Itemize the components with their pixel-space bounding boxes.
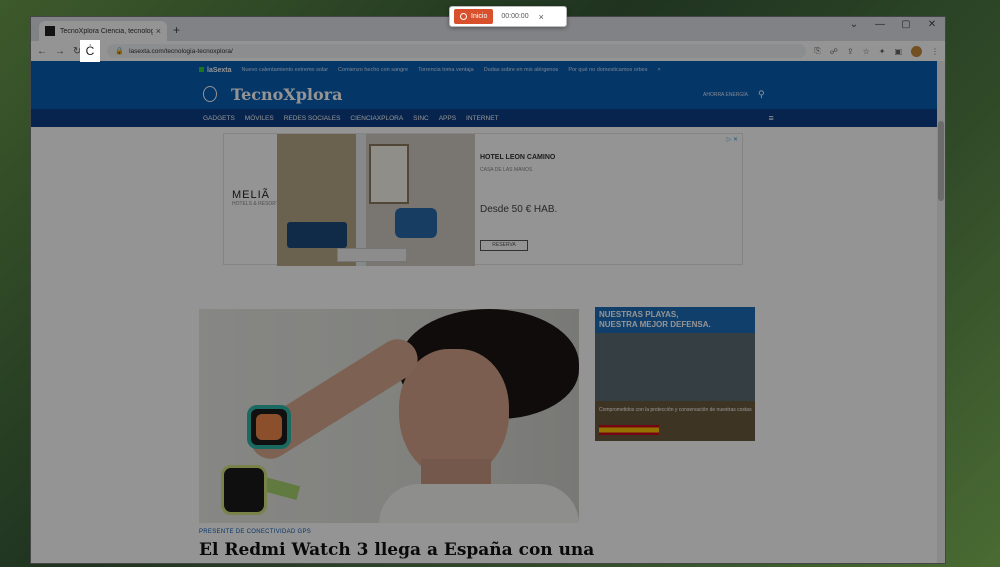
lock-icon: 🔒 bbox=[115, 48, 125, 55]
cursor-highlight: Ċ bbox=[80, 40, 100, 62]
tab-close-button[interactable]: × bbox=[156, 26, 161, 36]
ad-cta-button[interactable]: RESERVA bbox=[480, 240, 528, 251]
ad-hotel-photo bbox=[277, 134, 475, 266]
bookmark-star-icon[interactable]: ☆ bbox=[863, 47, 870, 56]
nav-item-gadgets[interactable]: GADGETS bbox=[203, 115, 235, 122]
smartwatch-black-image bbox=[221, 465, 267, 515]
web-page: laSexta Nuevo calentamiento extremo sola… bbox=[31, 61, 945, 563]
hamburger-menu-icon[interactable]: ≡ bbox=[769, 113, 774, 123]
photo-window bbox=[369, 144, 409, 204]
network-ticker-bar: laSexta Nuevo calentamiento extremo sola… bbox=[31, 61, 945, 79]
ahorra-energia-badge[interactable]: AHORRA ENERGÍA bbox=[703, 92, 748, 98]
article-headline[interactable]: El Redmi Watch 3 llega a España con una bbox=[199, 539, 599, 561]
banner-ad[interactable]: MELIÃ HOTELS & RESORTS HOTEL LEON CAMINO… bbox=[223, 133, 743, 266]
ticker-link[interactable]: Comienzo hecho con sangre bbox=[338, 67, 408, 73]
article-kicker[interactable]: PRESENTE DE CONECTIVIDAD GPS bbox=[199, 529, 311, 535]
sidepanel-icon[interactable]: ▣ bbox=[894, 47, 902, 56]
side-ad-body: Comprometidos con la protección y conser… bbox=[599, 407, 752, 413]
share-icon[interactable]: ⎘ bbox=[814, 46, 820, 56]
browser-window: TecnoXplora Ciencia, tecnología × + ⌄ — … bbox=[30, 16, 946, 564]
search-icon[interactable]: ⚲ bbox=[758, 89, 765, 100]
ticker-link[interactable]: Nuevo calentamiento extremo solar bbox=[242, 67, 329, 73]
nav-item-moviles[interactable]: MÓVILES bbox=[245, 115, 274, 122]
ad-brand-name: MELIÃ bbox=[232, 189, 271, 201]
article-hero-image[interactable] bbox=[199, 309, 579, 523]
back-button[interactable]: ← bbox=[37, 46, 47, 57]
minimize-button[interactable]: — bbox=[873, 19, 887, 30]
tecnoxplora-logo-icon bbox=[203, 86, 217, 102]
send-icon[interactable]: ⇪ bbox=[847, 47, 854, 56]
side-ad-title-line1: NUESTRAS PLAYAS, bbox=[599, 310, 679, 319]
site-header: TecnoXplora AHORRA ENERGÍA ⚲ bbox=[31, 79, 945, 109]
hero-shirt bbox=[379, 484, 579, 523]
maximize-button[interactable]: ▢ bbox=[899, 19, 913, 30]
new-tab-button[interactable]: + bbox=[173, 23, 180, 37]
ad-hotel-name: HOTEL LEON CAMINO bbox=[480, 154, 556, 161]
side-ad[interactable]: NUESTRAS PLAYAS, NUESTRA MEJOR DEFENSA. … bbox=[595, 307, 755, 441]
extensions-icon[interactable]: ✦ bbox=[879, 47, 886, 56]
lasexta-logo[interactable]: laSexta bbox=[199, 67, 232, 74]
spain-flag-icon bbox=[599, 425, 659, 435]
nav-item-redes-sociales[interactable]: REDES SOCIALES bbox=[284, 115, 341, 122]
record-icon bbox=[460, 13, 467, 20]
ad-brand-sub: HOTELS & RESORTS bbox=[232, 201, 283, 207]
nav-item-cienciaxplora[interactable]: CIENCIAXPLORA bbox=[350, 115, 403, 122]
ticker-link[interactable]: Torrencia toma ventaja bbox=[418, 67, 474, 73]
address-bar[interactable]: 🔒 lasexta.com/tecnologia-tecnoxplora/ bbox=[107, 44, 807, 58]
forward-button[interactable]: → bbox=[55, 46, 65, 57]
ad-hotel-sub: CASA DE LAS MANOS bbox=[480, 167, 533, 173]
page-scrollbar[interactable] bbox=[937, 61, 945, 563]
tab-title: TecnoXplora Ciencia, tecnología bbox=[60, 27, 153, 35]
site-logo[interactable]: TecnoXplora bbox=[231, 85, 342, 104]
photo-table bbox=[337, 248, 407, 262]
browser-toolbar: ← → ↻ 🔒 lasexta.com/tecnologia-tecnoxplo… bbox=[31, 41, 945, 61]
record-start-button[interactable]: Inicio bbox=[454, 9, 494, 24]
ticker-close-button[interactable]: × bbox=[658, 67, 661, 73]
tab-search-button[interactable]: ⌄ bbox=[847, 19, 861, 30]
nav-item-apps[interactable]: APPS bbox=[439, 115, 456, 122]
window-controls: ⌄ — ▢ ✕ bbox=[847, 19, 939, 30]
header-actions: AHORRA ENERGÍA ⚲ bbox=[703, 89, 765, 100]
screen-recorder-widget: Inicio 00:00:00 × bbox=[449, 6, 567, 27]
toolbar-icons: ⎘ ☍ ⇪ ☆ ✦ ▣ ⋮ bbox=[814, 45, 939, 57]
recorder-close-button[interactable]: × bbox=[539, 12, 544, 22]
favicon-icon bbox=[45, 26, 55, 36]
browser-menu-button[interactable]: ⋮ bbox=[931, 47, 939, 56]
smartwatch-teal-image bbox=[247, 405, 291, 449]
close-window-button[interactable]: ✕ bbox=[925, 19, 939, 30]
side-ad-title: NUESTRAS PLAYAS, NUESTRA MEJOR DEFENSA. bbox=[599, 310, 711, 330]
side-ad-title-line2: NUESTRA MEJOR DEFENSA. bbox=[599, 320, 711, 329]
photo-chair bbox=[395, 208, 437, 238]
install-icon[interactable]: ☍ bbox=[830, 47, 838, 56]
record-button-label: Inicio bbox=[471, 13, 488, 20]
browser-tab[interactable]: TecnoXplora Ciencia, tecnología × bbox=[39, 21, 167, 41]
ad-price: Desde 50 € HAB. bbox=[480, 204, 558, 215]
ticker-link[interactable]: Dudas sobre en mis alérgenos bbox=[484, 67, 559, 73]
ticker-link[interactable]: Por qué no domesticamos orbes bbox=[568, 67, 647, 73]
ad-brand: MELIÃ HOTELS & RESORTS bbox=[232, 189, 282, 207]
photo-sofa bbox=[287, 222, 347, 248]
nav-item-internet[interactable]: INTERNET bbox=[466, 115, 499, 122]
scrollbar-thumb[interactable] bbox=[938, 121, 944, 201]
profile-avatar[interactable] bbox=[911, 45, 922, 57]
adchoices-icon[interactable]: ▷ ✕ bbox=[727, 136, 738, 143]
recording-timer: 00:00:00 bbox=[501, 13, 529, 20]
url-text: lasexta.com/tecnologia-tecnoxplora/ bbox=[129, 47, 233, 55]
section-nav: GADGETS MÓVILES REDES SOCIALES CIENCIAXP… bbox=[31, 109, 945, 127]
nav-item-sinc[interactable]: SINC bbox=[413, 115, 429, 122]
